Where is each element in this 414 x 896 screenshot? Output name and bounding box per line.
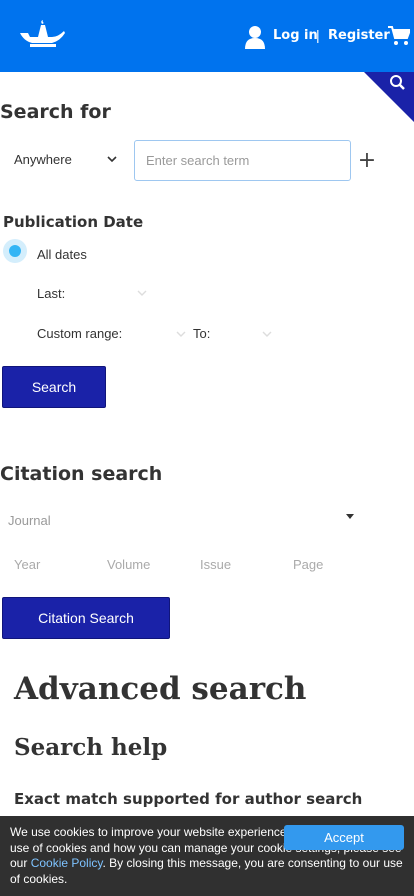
exact-match-note: Exact match supported for author search <box>14 790 363 808</box>
user-icon[interactable] <box>244 25 266 49</box>
year-field[interactable]: Year <box>14 557 40 572</box>
chevron-down-icon[interactable] <box>176 330 186 338</box>
chevron-down-icon[interactable] <box>106 154 118 164</box>
login-link[interactable]: Log in <box>273 28 318 43</box>
chevron-down-icon[interactable] <box>137 289 147 297</box>
citation-search-button[interactable]: Citation Search <box>2 597 170 639</box>
lamp-logo-icon[interactable] <box>18 20 66 48</box>
page: Log in | Register Search for Anywhere + … <box>0 0 414 896</box>
add-search-field-button[interactable]: + <box>357 150 377 172</box>
accept-cookies-button[interactable]: Accept <box>284 825 404 850</box>
issue-field[interactable]: Issue <box>200 557 231 572</box>
publication-date-heading: Publication Date <box>3 213 144 231</box>
last-label: Last: <box>37 286 66 301</box>
custom-range-label: Custom range: <box>37 326 123 341</box>
chevron-down-icon[interactable] <box>262 330 272 338</box>
cookie-banner: We use cookies to improve your website e… <box>0 816 414 896</box>
all-dates-label: All dates <box>37 247 87 262</box>
advanced-search-heading: Advanced search <box>14 671 307 707</box>
header-separator: | <box>316 27 320 43</box>
search-input[interactable] <box>134 140 351 181</box>
cart-icon[interactable] <box>388 26 410 46</box>
site-header: Log in | Register <box>0 0 414 72</box>
citation-search-heading: Citation search <box>0 463 163 485</box>
volume-field[interactable]: Volume <box>107 557 150 572</box>
page-field[interactable]: Page <box>293 557 323 572</box>
search-for-heading: Search for <box>0 101 111 123</box>
search-help-heading: Search help <box>14 734 168 761</box>
search-button[interactable]: Search <box>2 366 106 408</box>
caret-down-icon[interactable] <box>345 514 355 520</box>
cookie-policy-link[interactable]: Cookie Policy <box>31 856 103 870</box>
to-label: To: <box>193 326 211 341</box>
search-toggle-button[interactable] <box>364 72 414 122</box>
all-dates-radio[interactable] <box>3 239 27 263</box>
journal-select[interactable]: Journal <box>8 513 51 528</box>
register-link[interactable]: Register <box>328 28 390 43</box>
